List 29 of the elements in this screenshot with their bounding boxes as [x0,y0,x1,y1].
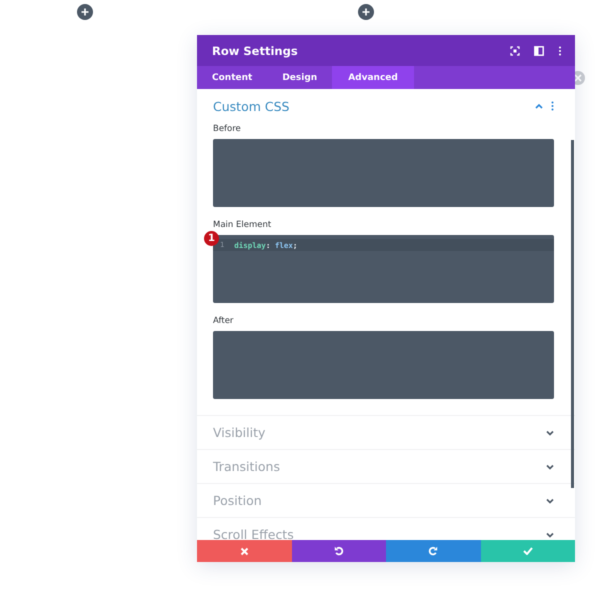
close-icon [240,546,249,556]
chevron-down-icon[interactable] [546,498,554,504]
chevron-down-icon[interactable] [546,464,554,470]
step-badge: 1 [204,231,219,246]
field-label: Main Element [213,219,272,232]
chevron-down-icon[interactable] [546,430,554,436]
expand-icon[interactable] [510,46,520,56]
section-title[interactable]: Transitions [213,459,280,474]
field-label: Before [213,123,242,136]
scrollbar[interactable] [571,140,574,488]
field-label: After [213,315,234,328]
section-title[interactable]: Custom CSS [213,98,290,114]
section-title[interactable]: Scroll Effects [213,527,294,540]
section-title[interactable]: Visibility [213,425,266,440]
more-icon[interactable] [558,46,562,56]
add-icon[interactable] [77,4,93,20]
tab[interactable]: Design [267,66,332,89]
check-icon [522,547,533,555]
section-title[interactable]: Position [213,493,262,508]
window-title: Row Settings [212,44,298,58]
redo-icon [428,546,438,556]
undo-icon [334,546,344,556]
more-icon[interactable] [551,101,554,111]
chevron-down-icon[interactable] [546,532,554,538]
add-icon[interactable] [358,4,374,20]
tab[interactable]: Advanced [332,66,414,89]
chevron-up-icon[interactable] [535,103,543,109]
tab[interactable]: Content [197,66,268,89]
sidebar-icon[interactable] [534,46,544,56]
